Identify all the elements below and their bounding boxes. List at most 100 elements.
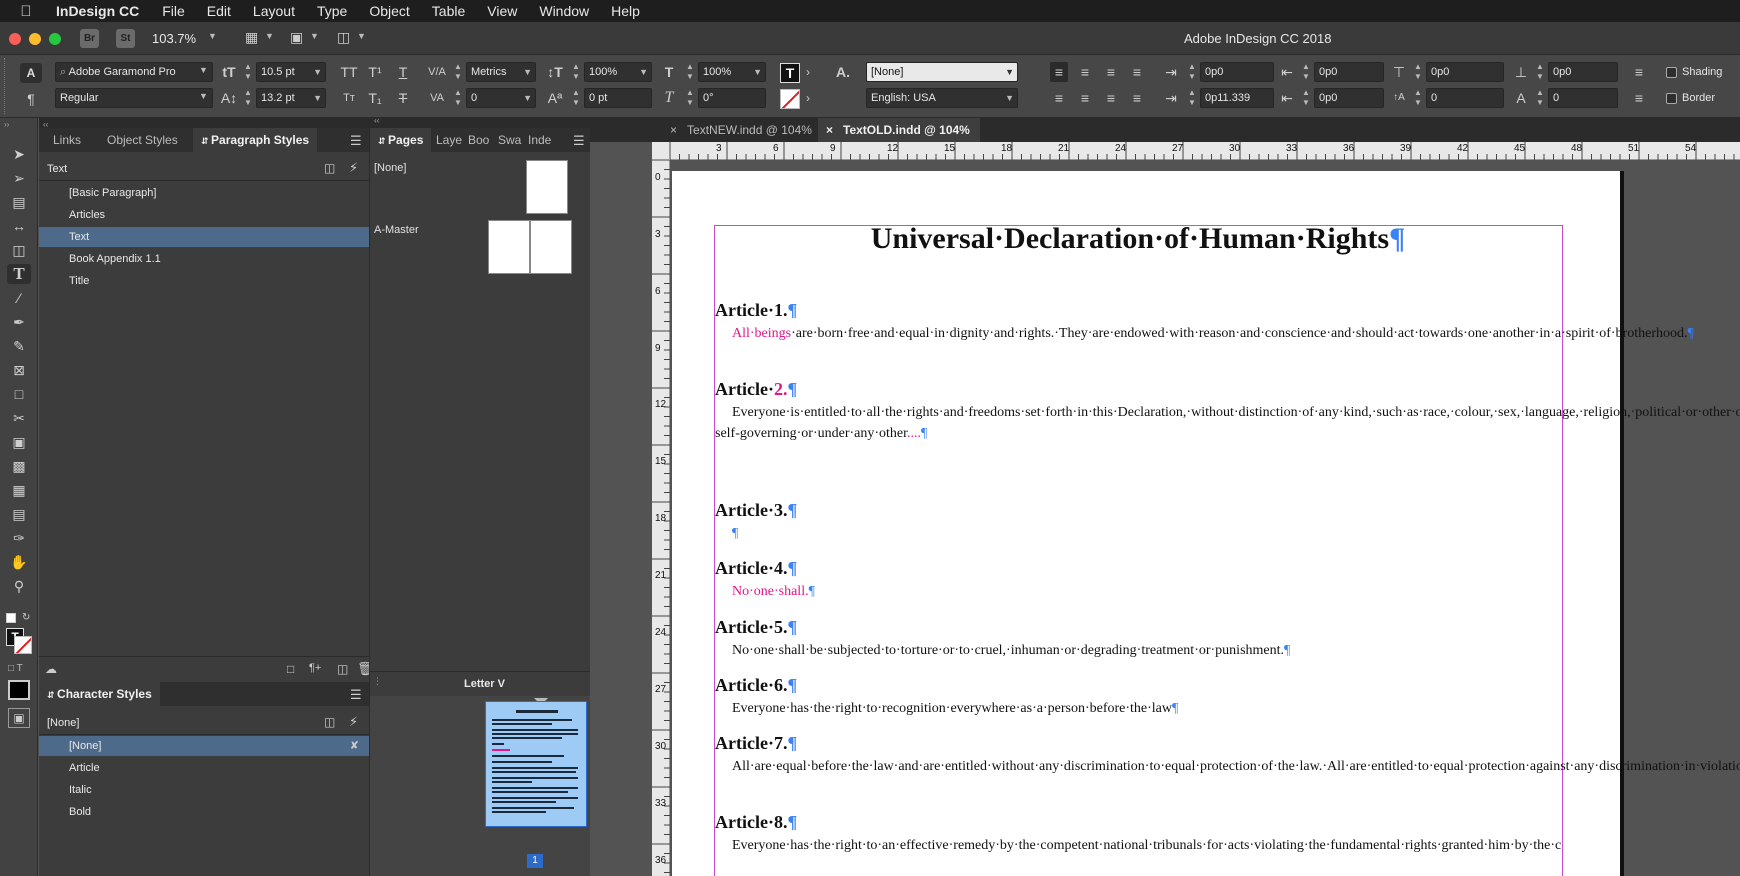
text-fill-color-icon[interactable]: T (780, 63, 800, 83)
vertical-scale-stepper[interactable]: ▲ ▼ (570, 62, 582, 82)
right-indent-field[interactable]: 0p0 (1314, 62, 1384, 82)
vertical-scale-field[interactable]: 100% ▼ (584, 62, 652, 82)
zoom-dropdown-icon[interactable]: ▼ (208, 31, 217, 41)
style-override-icon[interactable]: ¶+ (309, 662, 321, 674)
space-before-field[interactable]: 0p0 (1426, 62, 1504, 82)
rectangle-tool-icon[interactable]: □ (7, 384, 31, 404)
character-controls-icon[interactable]: A (20, 63, 42, 83)
style-item-title[interactable]: Title (39, 271, 369, 291)
vertical-ruler[interactable]: 0 3 6 9 12 15 18 21 24 27 30 33 36 (652, 160, 670, 876)
style-item-basic-paragraph[interactable]: [Basic Paragraph] (39, 183, 369, 203)
drop-cap-lines-field[interactable]: 0 (1426, 88, 1504, 108)
character-style-field[interactable]: [None] ▼ (866, 62, 1018, 82)
direct-selection-tool-icon[interactable]: ➢ (7, 168, 31, 188)
content-collector-icon[interactable]: ◫ (7, 240, 31, 260)
close-tab-icon[interactable]: × (826, 123, 833, 137)
drop-cap-chars-stepper[interactable]: ▲ ▼ (1534, 88, 1546, 108)
none-master-thumbnail[interactable] (526, 160, 568, 214)
menu-type[interactable]: Type (317, 3, 347, 19)
note-tool-icon[interactable]: ▤ (7, 504, 31, 524)
align-right-icon[interactable]: ≡ (1102, 62, 1120, 82)
align-spine-icon[interactable]: ≡ (1128, 88, 1146, 108)
tracking-field[interactable]: 0 ▼ (466, 88, 536, 108)
menu-help[interactable]: Help (611, 3, 640, 19)
tab-paragraph-styles[interactable]: ⇵ Paragraph Styles (193, 128, 318, 152)
skew-field[interactable]: 0° (698, 88, 766, 108)
tab-links[interactable]: Links (53, 128, 81, 152)
panel-grip-icon[interactable] (4, 58, 9, 114)
panel-resize-grip-icon[interactable]: ⋮ (373, 676, 382, 687)
pen-tool-icon[interactable]: ✒ (7, 312, 31, 332)
strikethrough-icon[interactable]: T (394, 88, 412, 108)
tab-object-styles[interactable]: Object Styles (107, 128, 178, 152)
drop-cap-lines-stepper[interactable]: ▲ ▼ (1412, 88, 1424, 108)
kerning-stepper[interactable]: ▲ ▼ (452, 62, 464, 82)
gradient-swatch-tool-icon[interactable]: ▩ (7, 456, 31, 476)
paragraph-panel-menu-icon[interactable]: ☰ (350, 133, 362, 149)
last-line-indent-field[interactable]: 0p0 (1314, 88, 1384, 108)
new-style-icon[interactable]: ◫ (337, 662, 348, 676)
arrange-documents-dropdown-icon[interactable]: ▼ (357, 31, 366, 41)
selection-tool-icon[interactable]: ➤ (7, 144, 31, 164)
stroke-menu-chevron-icon[interactable]: › (806, 91, 810, 105)
font-style-field[interactable]: Regular (55, 88, 213, 108)
align-left-icon[interactable]: ≡ (1050, 62, 1068, 82)
skew-stepper[interactable]: ▲ ▼ (684, 88, 696, 108)
bridge-button[interactable]: Br (80, 29, 99, 48)
apple-icon[interactable]:  (12, 3, 40, 20)
language-field[interactable]: English: USA ▼ (866, 88, 1018, 108)
screen-mode-icon[interactable]: ▣ (290, 29, 303, 46)
justify-left-icon[interactable]: ≡ (1128, 62, 1146, 82)
style-item-articles[interactable]: Articles (39, 205, 369, 225)
space-after-field[interactable]: 0p0 (1548, 62, 1618, 82)
subscript-icon[interactable]: T₁ (366, 88, 384, 108)
style-item-book-appendix[interactable]: Book Appendix 1.1 (39, 249, 369, 269)
gradient-feather-tool-icon[interactable]: ▦ (7, 480, 31, 500)
align-center-icon[interactable]: ≡ (1076, 62, 1094, 82)
pages-panel-menu-icon[interactable]: ☰ (573, 133, 585, 149)
justify-center-icon[interactable]: ≡ (1050, 88, 1068, 108)
menu-layout[interactable]: Layout (253, 3, 295, 19)
menu-object[interactable]: Object (369, 3, 409, 19)
bullets-icon[interactable]: ≡ (1630, 62, 1648, 82)
collapse-pages-icon[interactable]: ‹‹ (374, 116, 379, 125)
clear-overrides-icon[interactable]: ⚡ (349, 160, 358, 176)
close-window-button[interactable] (9, 33, 21, 45)
style-item-text[interactable]: Text (39, 227, 369, 247)
menu-view[interactable]: View (487, 3, 517, 19)
page-number-badge[interactable]: 1 (527, 854, 543, 868)
justify-right-icon[interactable]: ≡ (1076, 88, 1094, 108)
zoom-tool-icon[interactable]: ⚲ (7, 576, 31, 596)
superscript-icon[interactable]: T¹ (366, 62, 384, 82)
baseline-shift-stepper[interactable]: ▲ ▼ (570, 88, 582, 108)
eyedropper-tool-icon[interactable]: ✑ (7, 528, 31, 548)
space-before-stepper[interactable]: ▲ ▼ (1412, 62, 1424, 82)
menu-table[interactable]: Table (432, 3, 465, 19)
view-options-icon[interactable]: ▦ (245, 29, 258, 46)
type-tool-icon[interactable]: T (7, 264, 31, 284)
tab-pages[interactable]: ⇵ Pages (370, 128, 432, 152)
screen-mode-normal-icon[interactable]: ▣ (8, 708, 30, 728)
minimize-window-button[interactable] (29, 33, 41, 45)
pencil-tool-icon[interactable]: ✎ (7, 336, 31, 356)
paragraph-controls-icon[interactable]: ¶ (22, 89, 40, 109)
arrange-documents-icon[interactable]: ◫ (337, 29, 350, 46)
horizontal-ruler[interactable]: 3 6 9 12 15 18 21 24 27 30 33 36 39 42 4… (670, 142, 1740, 160)
new-style-from-icon[interactable]: ◫ (324, 161, 335, 175)
first-line-indent-stepper[interactable]: ▲ ▼ (1186, 88, 1198, 108)
numbering-icon[interactable]: ≡ (1630, 88, 1648, 108)
zoom-level[interactable]: 103.7% (152, 31, 196, 46)
last-line-indent-stepper[interactable]: ▲ ▼ (1300, 88, 1312, 108)
baseline-shift-field[interactable]: 0 pt (584, 88, 652, 108)
hand-tool-icon[interactable]: ✋ (7, 552, 31, 572)
clear-char-overrides-icon[interactable]: ⚡ (349, 714, 358, 730)
tab-character-styles[interactable]: ⇵ Character Styles (39, 682, 160, 706)
justify-all-icon[interactable]: ≡ (1102, 88, 1120, 108)
left-indent-field[interactable]: 0p0 (1200, 62, 1274, 82)
rectangle-frame-tool-icon[interactable]: ⊠ (7, 360, 31, 380)
all-caps-icon[interactable]: TT (340, 62, 358, 82)
font-style-dropdown-icon[interactable]: ▼ (199, 91, 208, 101)
left-indent-stepper[interactable]: ▲ ▼ (1186, 62, 1198, 82)
text-stroke-color-icon[interactable] (780, 89, 800, 109)
border-checkbox[interactable] (1666, 93, 1677, 104)
